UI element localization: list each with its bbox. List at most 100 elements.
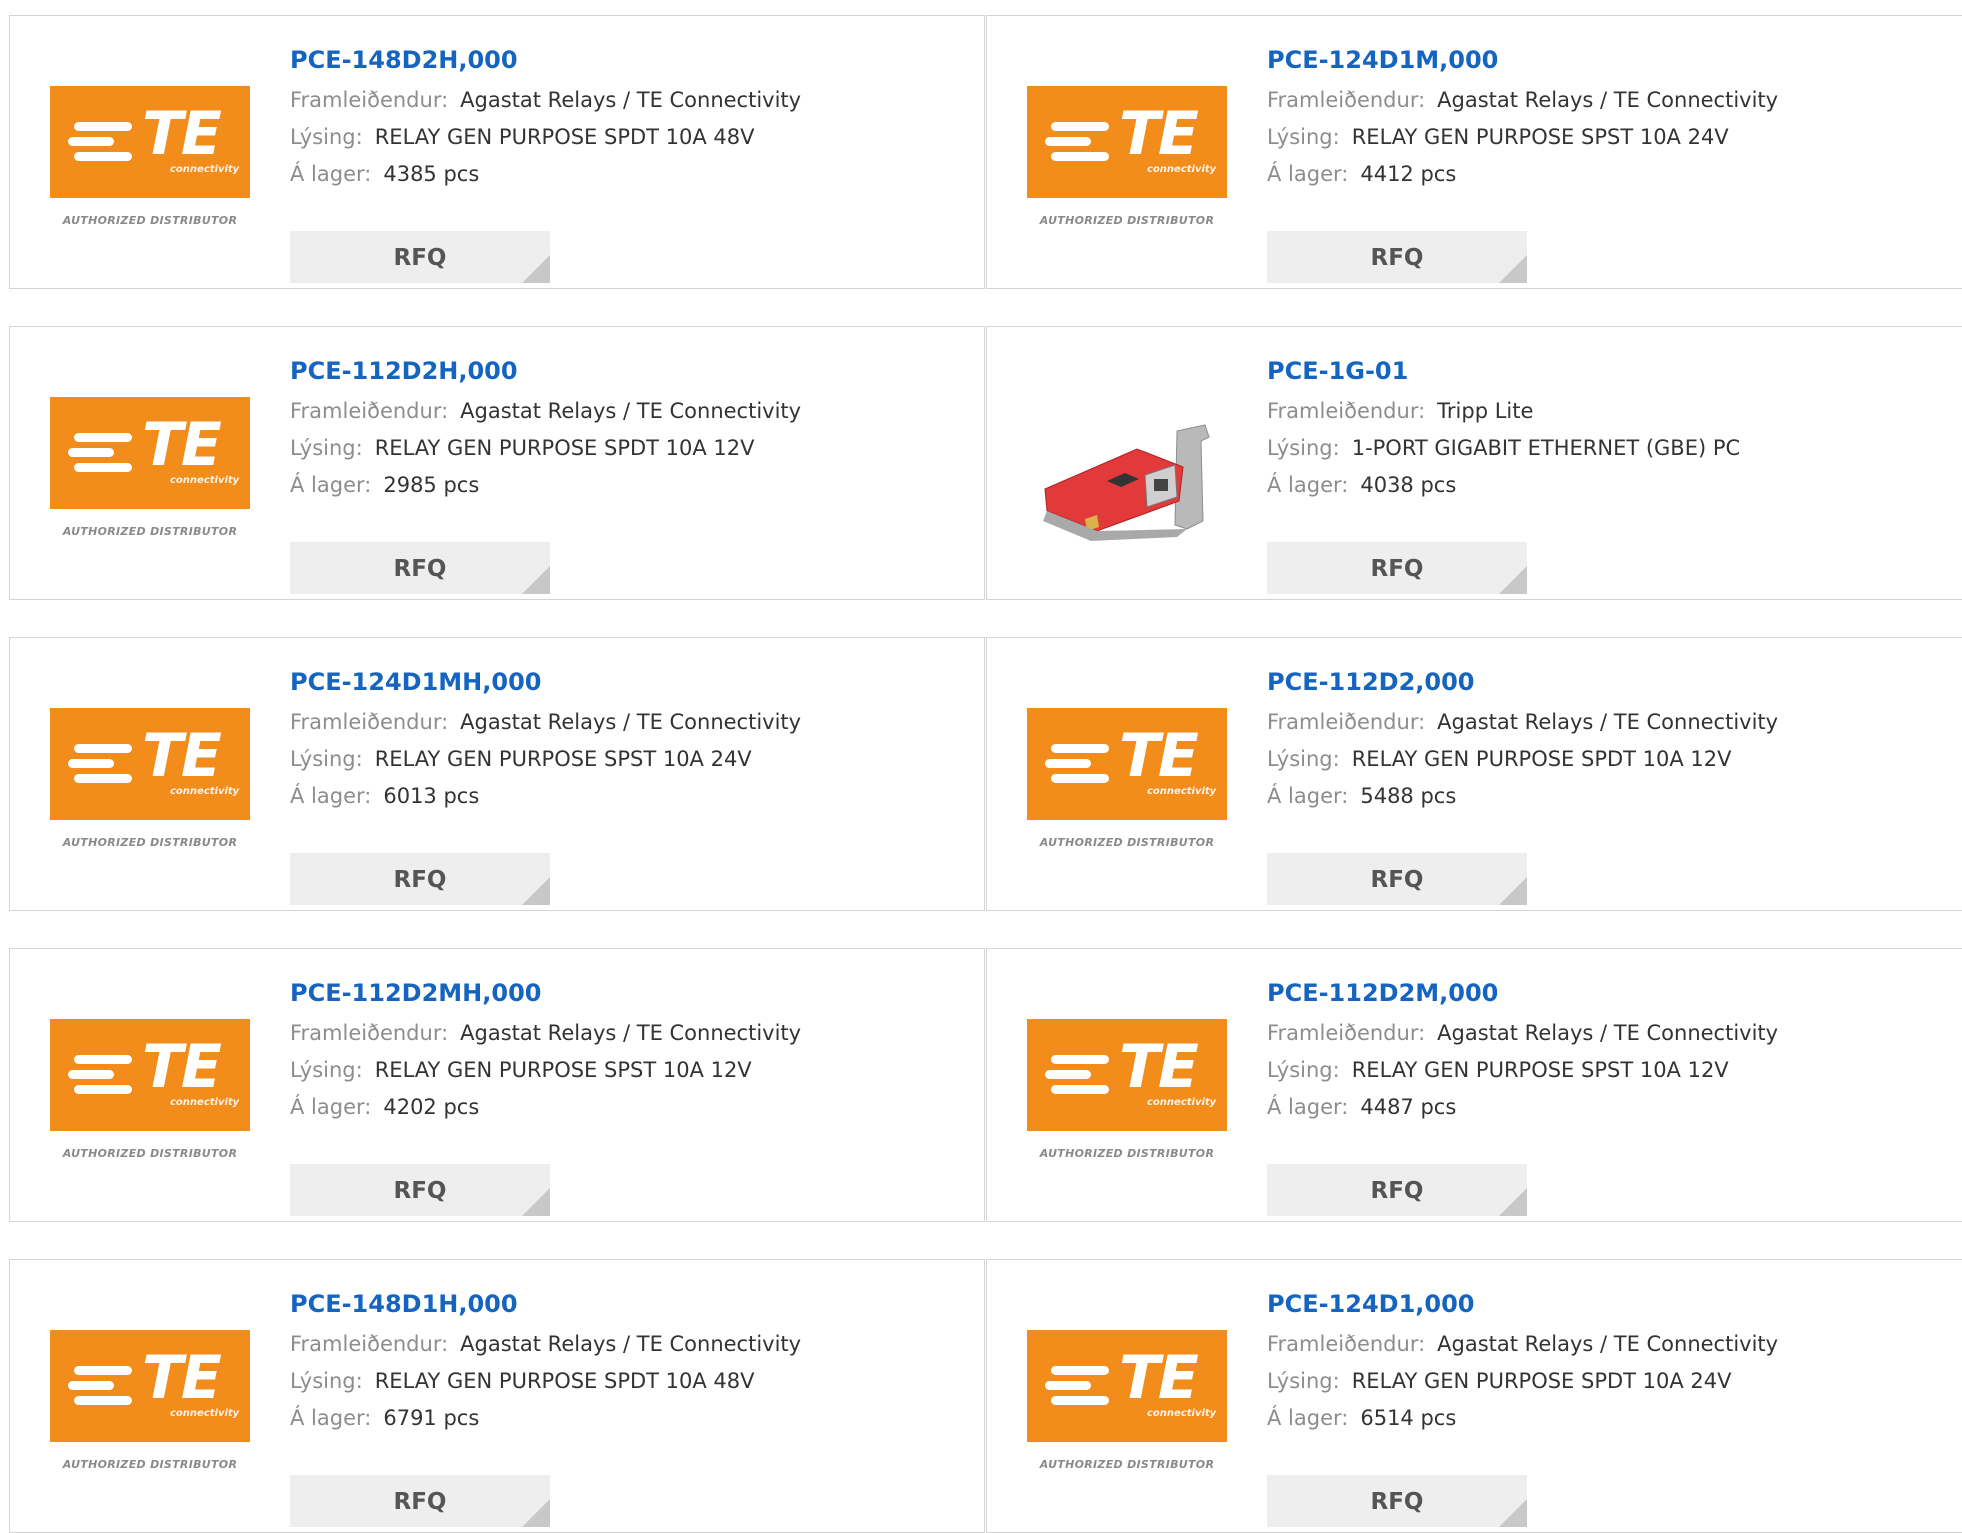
stock-row: Á lager: 6791 pcs (290, 1400, 801, 1437)
authorized-distributor-label: AUTHORIZED DISTRIBUTOR (1039, 1458, 1215, 1471)
te-logo-word: TE (142, 99, 222, 169)
description-value: RELAY GEN PURPOSE SPDT 10A 12V (1351, 747, 1732, 771)
te-connectivity-logo[interactable]: TE connectivity AUTHORIZED DISTRIBUTOR (1027, 708, 1227, 868)
manufacturer-label: Framleiðendur: (1267, 710, 1426, 734)
part-number-link[interactable]: PCE-148D1H,000 (290, 1290, 801, 1326)
te-connectivity-logo[interactable]: TE connectivity AUTHORIZED DISTRIBUTOR (50, 397, 250, 557)
te-logo-box: TE connectivity (50, 397, 250, 509)
stock-row: Á lager: 4412 pcs (1267, 156, 1778, 193)
te-logo-box: TE connectivity (50, 1330, 250, 1442)
manufacturer-value: Agastat Relays / TE Connectivity (1437, 1021, 1779, 1045)
stock-value: 6013 pcs (383, 784, 480, 808)
te-logo-tagline: connectivity (1147, 164, 1217, 175)
te-connectivity-logo[interactable]: TE connectivity AUTHORIZED DISTRIBUTOR (1027, 1019, 1227, 1179)
te-connectivity-logo[interactable]: TE connectivity AUTHORIZED DISTRIBUTOR (1027, 86, 1227, 246)
description-value: RELAY GEN PURPOSE SPDT 10A 48V (374, 125, 755, 149)
product-info: PCE-124D1MH,000 Framleiðendur: Agastat Re… (290, 668, 802, 905)
te-logo-word: TE (142, 1032, 222, 1102)
product-card: TE connectivity AUTHORIZED DISTRIBUTOR P… (9, 637, 985, 911)
description-label: Lýsing: (1267, 125, 1340, 149)
manufacturer-row: Framleiðendur: Agastat Relays / TE Connec… (1267, 1015, 1778, 1052)
rfq-corner-icon (522, 255, 550, 283)
rfq-button[interactable]: RFQ (1267, 1475, 1527, 1527)
authorized-distributor-label: AUTHORIZED DISTRIBUTOR (1039, 836, 1215, 849)
te-stripes-icon (1045, 122, 1109, 167)
stock-label: Á lager: (290, 1406, 372, 1430)
rfq-button[interactable]: RFQ (290, 542, 550, 594)
te-logo-tagline: connectivity (1147, 786, 1217, 797)
te-logo-box: TE connectivity (1027, 1019, 1227, 1131)
rfq-button[interactable]: RFQ (1267, 542, 1527, 594)
rfq-label: RFQ (1370, 1178, 1424, 1204)
description-label: Lýsing: (290, 1058, 363, 1082)
te-connectivity-logo[interactable]: TE connectivity AUTHORIZED DISTRIBUTOR (1027, 1330, 1227, 1490)
stock-value: 4202 pcs (383, 1095, 480, 1119)
manufacturer-row: Framleiðendur: Tripp Lite (1267, 393, 1740, 430)
description-label: Lýsing: (1267, 1058, 1340, 1082)
pcie-card-image[interactable] (1027, 371, 1227, 571)
te-stripes-icon (1045, 1055, 1109, 1100)
stock-label: Á lager: (1267, 1095, 1349, 1119)
rfq-corner-icon (522, 1188, 550, 1216)
te-logo-tagline: connectivity (1147, 1097, 1217, 1108)
product-info: PCE-112D2MH,000 Framleiðendur: Agastat Re… (290, 979, 801, 1216)
te-logo-word: TE (142, 1343, 222, 1413)
authorized-distributor-label: AUTHORIZED DISTRIBUTOR (62, 1147, 238, 1160)
te-connectivity-logo[interactable]: TE connectivity AUTHORIZED DISTRIBUTOR (50, 86, 250, 246)
manufacturer-value: Agastat Relays / TE Connectivity (1437, 88, 1779, 112)
product-card: TE connectivity AUTHORIZED DISTRIBUTOR P… (9, 15, 985, 289)
te-stripes-icon (68, 122, 132, 167)
te-logo-box: TE connectivity (50, 86, 250, 198)
stock-row: Á lager: 6013 pcs (290, 778, 801, 815)
rfq-label: RFQ (393, 1489, 447, 1515)
stock-value: 4038 pcs (1360, 473, 1457, 497)
stock-row: Á lager: 4385 pcs (290, 156, 801, 193)
rfq-button[interactable]: RFQ (290, 1475, 550, 1527)
part-number-link[interactable]: PCE-124D1,000 (1267, 1290, 1778, 1326)
product-card: TE connectivity AUTHORIZED DISTRIBUTOR P… (9, 1259, 985, 1533)
manufacturer-row: Framleiðendur: Agastat Relays / TE Connec… (290, 82, 801, 119)
description-row: Lýsing: RELAY GEN PURPOSE SPST 10A 24V (1267, 119, 1778, 156)
product-info: PCE-1G-01 Framleiðendur: Tripp Lite Lýsin… (1267, 357, 1740, 594)
part-number-link[interactable]: PCE-112D2,000 (1267, 668, 1778, 704)
authorized-distributor-label: AUTHORIZED DISTRIBUTOR (1039, 214, 1215, 227)
authorized-distributor-label: AUTHORIZED DISTRIBUTOR (62, 525, 238, 538)
product-card: TE connectivity AUTHORIZED DISTRIBUTOR P… (986, 948, 1962, 1222)
stock-row: Á lager: 4038 pcs (1267, 467, 1740, 504)
manufacturer-row: Framleiðendur: Agastat Relays / TE Connec… (290, 1015, 801, 1052)
te-connectivity-logo[interactable]: TE connectivity AUTHORIZED DISTRIBUTOR (50, 1019, 250, 1179)
description-label: Lýsing: (290, 747, 363, 771)
description-label: Lýsing: (290, 125, 363, 149)
te-logo-word: TE (1119, 99, 1199, 169)
stock-label: Á lager: (1267, 784, 1349, 808)
rfq-label: RFQ (393, 245, 447, 271)
part-number-link[interactable]: PCE-124D1M,000 (1267, 46, 1778, 82)
rfq-label: RFQ (1370, 867, 1424, 893)
part-number-link[interactable]: PCE-112D2H,000 (290, 357, 801, 393)
stock-value: 2985 pcs (383, 473, 480, 497)
part-number-link[interactable]: PCE-112D2M,000 (1267, 979, 1778, 1015)
product-info: PCE-112D2M,000 Framleiðendur: Agastat Rel… (1267, 979, 1778, 1216)
te-connectivity-logo[interactable]: TE connectivity AUTHORIZED DISTRIBUTOR (50, 1330, 250, 1490)
part-number-link[interactable]: PCE-1G-01 (1267, 357, 1740, 393)
part-number-link[interactable]: PCE-124D1MH,000 (290, 668, 801, 704)
rfq-button[interactable]: RFQ (290, 231, 550, 283)
manufacturer-value: Agastat Relays / TE Connectivity (460, 710, 802, 734)
rfq-button[interactable]: RFQ (1267, 853, 1527, 905)
te-connectivity-logo[interactable]: TE connectivity AUTHORIZED DISTRIBUTOR (50, 708, 250, 868)
rfq-button[interactable]: RFQ (290, 853, 550, 905)
rfq-button[interactable]: RFQ (290, 1164, 550, 1216)
te-stripes-icon (68, 1366, 132, 1411)
manufacturer-label: Framleiðendur: (1267, 1021, 1426, 1045)
part-number-link[interactable]: PCE-148D2H,000 (290, 46, 801, 82)
te-logo-tagline: connectivity (170, 1097, 240, 1108)
product-card: TE connectivity AUTHORIZED DISTRIBUTOR P… (986, 637, 1962, 911)
te-stripes-icon (1045, 1366, 1109, 1411)
rfq-button[interactable]: RFQ (1267, 1164, 1527, 1216)
te-logo-word: TE (1119, 1343, 1199, 1413)
te-stripes-icon (68, 433, 132, 478)
part-number-link[interactable]: PCE-112D2MH,000 (290, 979, 801, 1015)
rfq-button[interactable]: RFQ (1267, 231, 1527, 283)
rfq-corner-icon (522, 566, 550, 594)
te-logo-tagline: connectivity (170, 164, 240, 175)
